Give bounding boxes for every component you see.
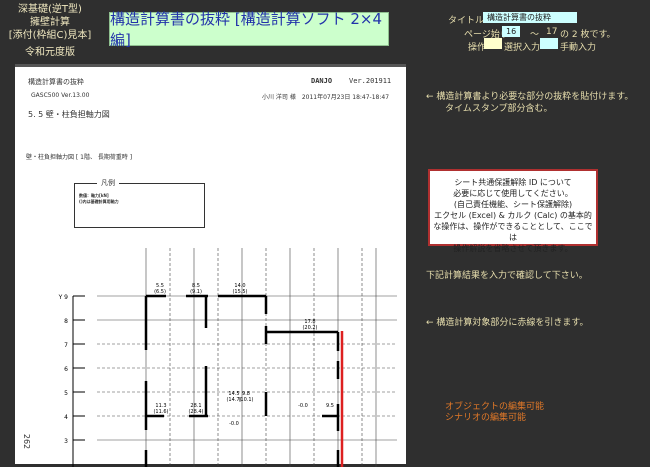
tilde: ～ (530, 30, 540, 40)
force-value: (11.6) (153, 409, 168, 415)
force-value: (6.5) (154, 289, 166, 295)
notice-line: 操作解説を省略させて頂きます。 (453, 244, 573, 253)
page-suffix: の 2 枚です。 (560, 30, 616, 40)
notice-line: 必要に応じて使用してください。 (453, 189, 573, 198)
y-axis-label: 4 (64, 414, 68, 421)
left-header: 深基礎(逆T型) 擁壁計算 [添付(枠組C)見本] 令和元度版 (0, 3, 100, 59)
select-label: 選択入力 (504, 43, 541, 53)
force-value: (20.2) (302, 325, 317, 331)
force-value: (9.1) (190, 289, 202, 295)
y-axis-label: 3 (64, 438, 68, 445)
select-swatch (484, 38, 502, 49)
title-label: タイトル (448, 16, 485, 26)
header-line: 深基礎(逆T型) (18, 4, 82, 15)
notice-line: エクセル (Excel) & カルク (Calc) の基本的 (434, 211, 592, 220)
instruction-timestamp: タイムスタンプ部分含む。 (445, 104, 553, 114)
y-axis-label: Y 9 (58, 294, 69, 301)
header-line: 令和元度版 (25, 47, 75, 58)
y-axis-label: 7 (64, 342, 68, 349)
instruction-redline: ← 構造計算対象部分に赤線を引きます。 (426, 318, 589, 328)
force-value: (28.4) (188, 409, 203, 415)
header-line: [添付(枠組C)見本] (8, 30, 92, 41)
page-start-input[interactable]: 16 (502, 26, 520, 37)
page-end: 17 (546, 27, 558, 37)
notice-line: シート共通保護解除 ID について (454, 178, 572, 187)
header-line: 擁壁計算 (30, 17, 70, 28)
y-axis-label: 8 (64, 318, 68, 325)
notice-line: な操作は、操作ができることとして、ここでは (433, 222, 593, 242)
document-page: 構造計算書の抜粋 DANJO Ver.201911 GASC500 Ver.13… (15, 64, 406, 467)
manual-swatch (540, 38, 558, 49)
force-value: -0.0 (298, 403, 308, 409)
force-value: (10.1) (238, 397, 253, 403)
title-input[interactable]: 構造計算書の抜粋 (483, 12, 577, 23)
force-value: -0.0 (229, 421, 239, 427)
y-axis-label: 6 (64, 366, 68, 373)
force-value: (15.5) (232, 289, 247, 295)
main-title: 構造計算書の抜粋 [構造計算ソフト 2×4 編] (109, 10, 389, 49)
instruction-confirm: 下記計算結果を入力で確認して下さい。 (426, 271, 588, 281)
axial-force-diagram: Y 98765435.5(6.5)8.5(9.1)14.0(15.5)17.8(… (58, 248, 397, 467)
manual-label: 手動入力 (560, 43, 597, 53)
notice-box: シート共通保護解除 ID について 必要に応じて使用してください。 (自己責任機… (428, 169, 598, 253)
force-value: 9.5 (326, 403, 334, 409)
notice-line: (自己責任機能、シート保護解除) (453, 200, 573, 209)
y-axis-label: 5 (64, 390, 68, 397)
scenario-edit-link[interactable]: シナリオの編集可能 (445, 410, 526, 423)
